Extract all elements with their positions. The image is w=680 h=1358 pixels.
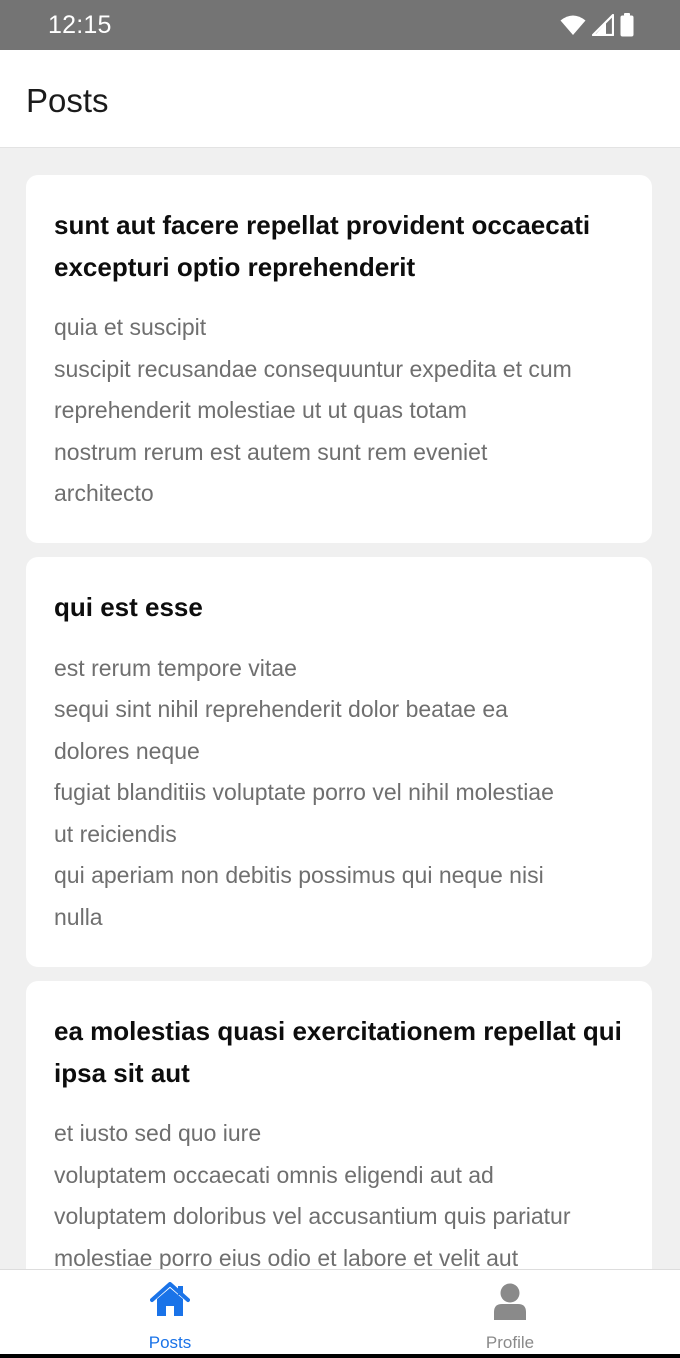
post-body-line: quia et suscipit <box>54 314 207 340</box>
tab-posts-label: Posts <box>148 1333 192 1352</box>
post-title: sunt aut facere repellat provident occae… <box>54 210 591 282</box>
tab-posts[interactable]: Posts <box>0 1270 340 1355</box>
post-body-line: sequi sint nihil reprehenderit dolor bea… <box>54 696 508 723</box>
post-title: qui est esse <box>54 592 203 622</box>
post-body-line: nostrum rerum est autem sunt rem eveniet <box>54 438 488 465</box>
post-body-line: suscipit recusandae consequuntur expedit… <box>54 355 572 382</box>
system-navigation-strip <box>0 1354 680 1358</box>
status-bar: 12:15 <box>0 0 680 50</box>
tab-profile[interactable]: Profile <box>340 1270 680 1355</box>
post-card[interactable]: sunt aut facere repellat provident occae… <box>26 175 652 543</box>
post-body-line: ut reiciendis <box>54 820 177 847</box>
post-body-line: est rerum tempore vitae <box>54 654 297 681</box>
wifi-icon <box>560 14 586 36</box>
post-body-line: fugiat blanditiis voluptate porro vel ni… <box>54 779 554 806</box>
status-time: 12:15 <box>48 11 112 39</box>
post-body-line: architecto <box>54 480 154 507</box>
post-card[interactable]: qui est esse est rerum tempore vitae seq… <box>26 557 652 967</box>
battery-icon <box>620 13 634 37</box>
bottom-tab-bar: Posts Profile <box>0 1269 680 1354</box>
tab-profile-label: Profile <box>485 1333 535 1352</box>
post-body: est rerum tempore vitae sequi sint nihil… <box>54 648 624 939</box>
cellular-signal-icon <box>592 14 614 36</box>
post-body: et iusto sed quo iure voluptatem occaeca… <box>54 1113 624 1269</box>
post-body-line: voluptatem doloribus vel accusantium qui… <box>54 1203 571 1230</box>
post-card[interactable]: ea molestias quasi exercitationem repell… <box>26 981 652 1269</box>
post-body-line: molestiae porro eius odio et labore et v… <box>54 1244 519 1269</box>
post-body-line: et iusto sed quo iure <box>54 1120 262 1146</box>
post-body-line: qui aperiam non debitis possimus qui neq… <box>54 862 544 889</box>
post-body-line: reprehenderit molestiae ut ut quas totam <box>54 397 467 424</box>
status-icons <box>560 13 634 37</box>
home-icon <box>150 1282 190 1318</box>
post-title: ea molestias quasi exercitationem repell… <box>54 1016 622 1088</box>
app-header: Posts <box>0 50 680 148</box>
posts-feed[interactable]: sunt aut facere repellat provident occae… <box>0 148 680 1269</box>
post-body-line: voluptatem occaecati omnis eligendi aut … <box>54 1161 494 1188</box>
post-body: quia et suscipit suscipit recusandae con… <box>54 307 624 515</box>
post-body-line: nulla <box>54 904 103 931</box>
page-title: Posts <box>26 82 109 119</box>
post-body-line: dolores neque <box>54 737 200 764</box>
user-icon <box>492 1282 528 1320</box>
